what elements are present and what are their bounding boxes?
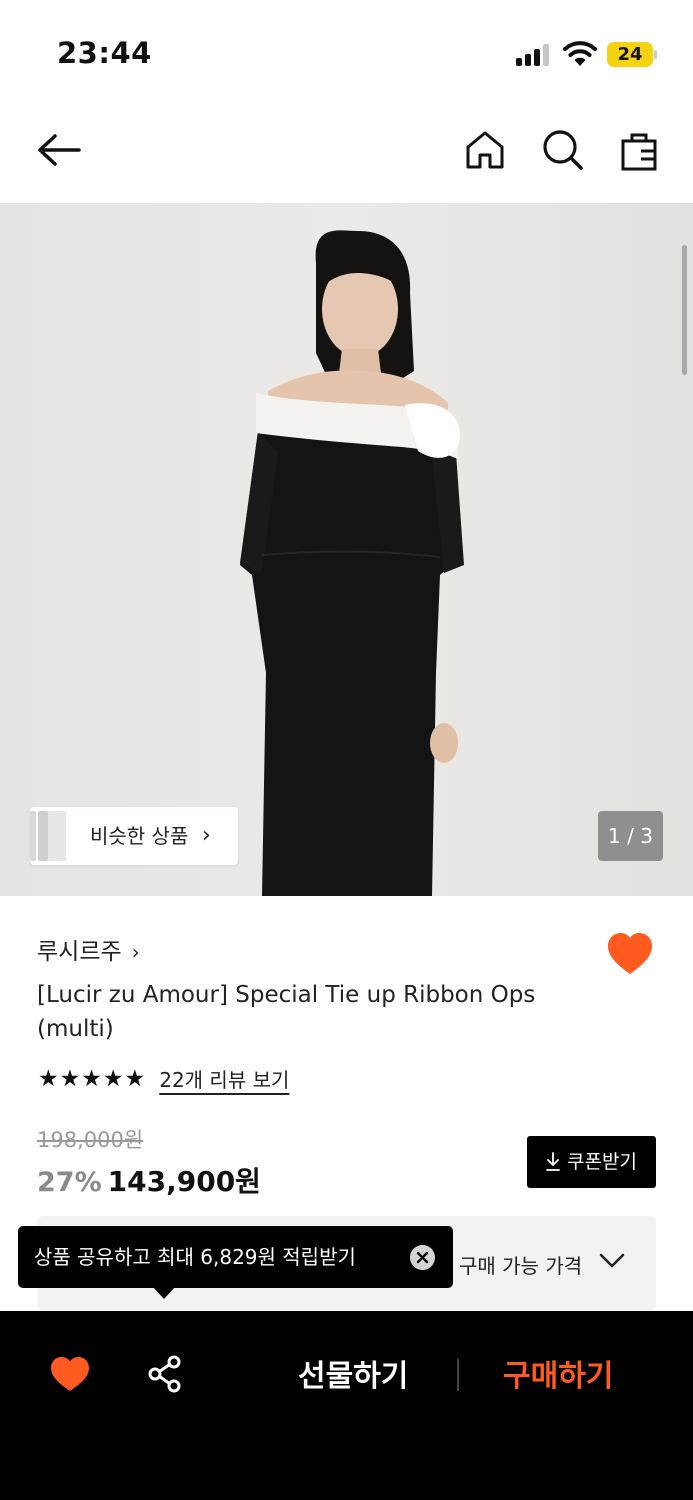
coupon-label: 쿠폰받기: [567, 1151, 637, 1173]
coupon-button[interactable]: 쿠폰받기: [527, 1136, 656, 1188]
search-icon[interactable]: [539, 126, 587, 174]
bottom-action-bar: 선물하기 구매하기: [0, 1311, 693, 1500]
buy-button[interactable]: 구매하기: [503, 1351, 613, 1395]
rating-row: ★★★★★ 22개 리뷰 보기: [38, 1064, 289, 1094]
home-icon[interactable]: [461, 126, 509, 174]
status-time: 23:44: [57, 36, 152, 70]
product-photo: [0, 203, 693, 896]
original-price: 198,000원: [37, 1128, 144, 1152]
share-reward-tooltip: 상품 공유하고 최대 6,829원 적립받기: [18, 1226, 453, 1288]
product-title: [Lucir zu Amour] Special Tie up Ribbon O…: [37, 982, 536, 1042]
divider: [457, 1359, 459, 1391]
discount-rate: 27%: [37, 1167, 102, 1198]
sale-price: 143,900원: [107, 1165, 261, 1198]
similar-products-button[interactable]: 비슷한 상품 ›: [30, 807, 238, 865]
product-image[interactable]: 비슷한 상품 › 1 / 3: [0, 203, 693, 896]
star-icon: ★: [59, 1065, 81, 1092]
back-arrow-icon[interactable]: [35, 126, 83, 174]
chevron-down-icon: [599, 1253, 625, 1268]
status-bar: 23:44 24: [0, 0, 693, 100]
close-icon[interactable]: [410, 1245, 435, 1270]
similar-thumbnails: [30, 811, 68, 861]
heart-icon[interactable]: [606, 932, 654, 976]
star-icon: ★: [38, 1065, 59, 1092]
cellular-signal-icon: [516, 44, 552, 66]
download-icon: [546, 1152, 560, 1171]
shopping-bag-icon[interactable]: [615, 126, 663, 174]
star-icon: ★: [81, 1065, 102, 1092]
star-icon: ★: [102, 1065, 124, 1092]
brand-link[interactable]: 루시르주 ›: [37, 932, 140, 966]
scroll-indicator[interactable]: [682, 245, 687, 375]
wifi-icon: [563, 41, 597, 66]
battery-icon: 24: [607, 42, 657, 67]
star-icon: ★: [124, 1065, 146, 1092]
available-price-label: 구매 가능 가격: [459, 1254, 583, 1278]
top-nav: [0, 110, 693, 190]
rating-stars: ★★★★★: [38, 1066, 146, 1092]
tooltip-arrow: [153, 1287, 175, 1299]
price-row: 27% 143,900원: [37, 1160, 261, 1200]
share-icon[interactable]: [147, 1355, 183, 1393]
image-page-indicator: 1 / 3: [598, 811, 663, 861]
brand-name: 루시르주: [37, 939, 122, 965]
tooltip-text: 상품 공유하고 최대 6,829원 적립받기: [34, 1245, 356, 1269]
gift-button[interactable]: 선물하기: [298, 1351, 408, 1395]
battery-level: 24: [617, 44, 643, 65]
review-link[interactable]: 22개 리뷰 보기: [159, 1064, 289, 1093]
chevron-right-icon: ›: [202, 823, 211, 848]
heart-icon[interactable]: [50, 1356, 90, 1393]
chevron-right-icon: ›: [131, 940, 140, 964]
similar-products-label: 비슷한 상품: [90, 824, 189, 848]
